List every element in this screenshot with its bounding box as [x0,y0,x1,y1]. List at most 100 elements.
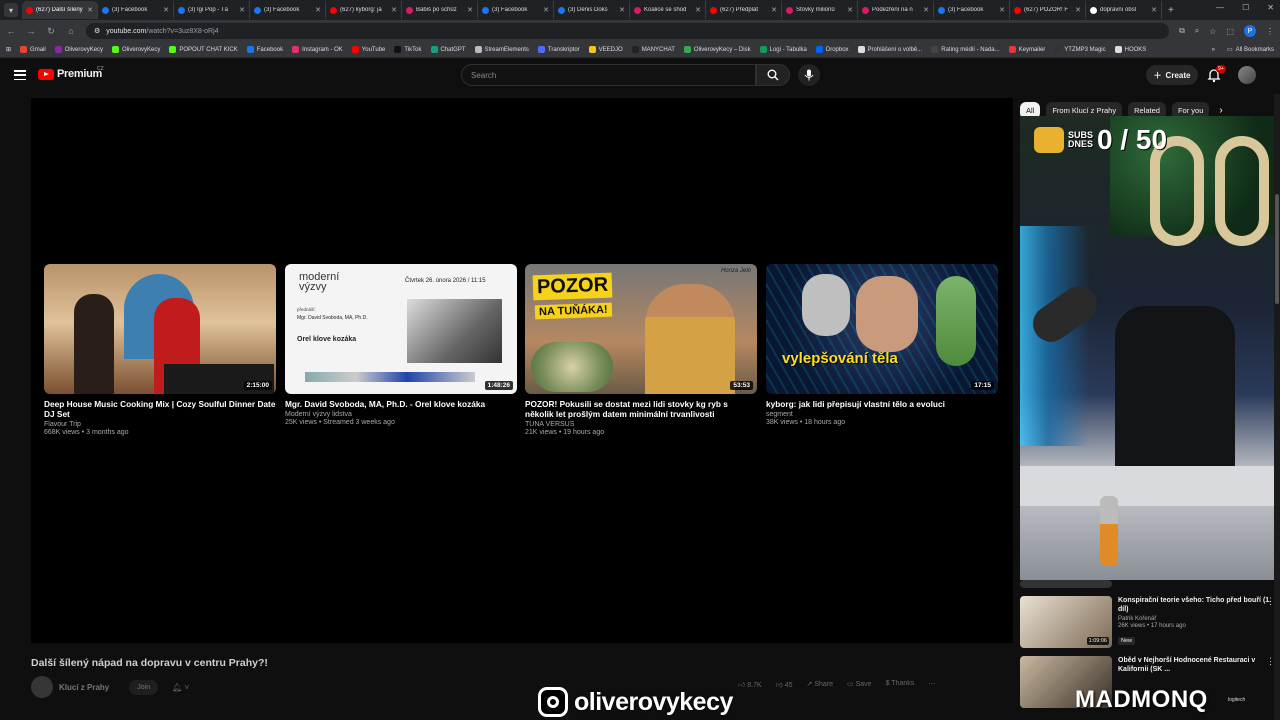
tab-close-icon[interactable]: ✕ [619,6,625,14]
browser-tab[interactable]: Stovky milionů ✕ [782,1,858,19]
bookmark-item[interactable]: Transkriptor [537,46,580,53]
bookmark-item[interactable]: HOOKS [1114,46,1146,53]
browser-tab[interactable]: (3) Igi Pop - Tá ✕ [174,1,250,19]
browser-tab[interactable]: (627) Předplat ✕ [706,1,782,19]
browser-tab[interactable]: (627) Další šílený ✕ [22,1,98,19]
bookmark-item[interactable]: VEEDJO [588,46,623,53]
bookmark-item[interactable]: Rating médií - Nada... [931,46,1000,53]
browser-tab[interactable]: Babiš po schůz ✕ [402,1,478,19]
endscreen-channel[interactable]: Flavour Trip [44,421,276,428]
bookmark-item[interactable]: OliverovyKecy [54,46,103,53]
like-button[interactable]: 👍︎ 8.7K [738,680,762,689]
new-tab-button[interactable]: + [1168,5,1174,16]
endscreen-thumbnail[interactable]: vylepšování těla 17:15 [766,264,998,394]
bookmark-item[interactable]: YTZMP3 Magic [1054,46,1106,53]
search-button[interactable] [756,64,790,86]
thanks-button[interactable]: $ Thanks [886,680,915,689]
browser-tab[interactable]: dopravní obsl ✕ [1086,1,1162,19]
endscreen-thumbnail[interactable]: moderní výzvy Čtvrtek 26. února 2026 / 11… [285,264,517,394]
maximize-icon[interactable]: ☐ [1242,3,1249,12]
tab-close-icon[interactable]: ✕ [163,6,169,14]
tab-close-icon[interactable]: ✕ [239,6,245,14]
menu-icon[interactable] [14,70,26,80]
tab-close-icon[interactable]: ✕ [543,6,549,14]
bookmark-item[interactable]: StreamElements [474,46,529,53]
video-player[interactable]: 2:15:00 Deep House Music Cooking Mix | C… [31,98,1013,643]
bookmark-item[interactable]: YouTube [351,46,385,53]
endscreen-thumbnail[interactable]: POZOR NA TUŇÁKA! Honza Jelo 53:53 [525,264,757,394]
bookmark-item[interactable]: Instagram - OK [292,46,343,53]
browser-tab[interactable]: Podezření na n ✕ [858,1,934,19]
rec-channel[interactable]: Patrik Kořenář [1118,616,1275,622]
zoom-icon[interactable]: ⌕ [1195,26,1199,36]
voice-search-button[interactable] [798,64,820,86]
tab-close-icon[interactable]: ✕ [999,6,1005,14]
bookmark-item[interactable]: Gmail [20,46,46,53]
endscreen-channel[interactable]: segment [766,411,998,418]
bookmark-item[interactable]: Facebook [246,46,283,53]
browser-menu-icon[interactable]: ⋮ [1266,27,1274,36]
tab-close-icon[interactable]: ✕ [923,6,929,14]
browser-tab[interactable]: (3) Facebook ✕ [98,1,174,19]
browser-tab[interactable]: (3) Facebook ✕ [250,1,326,19]
rec-title[interactable]: Konspirační teorie všeho: Ticho před bou… [1118,596,1275,614]
endscreen-card-2[interactable]: moderní výzvy Čtvrtek 26. února 2026 / 11… [285,264,517,426]
dislike-button[interactable]: 👎︎ 45 [776,680,793,689]
tab-close-icon[interactable]: ✕ [771,6,777,14]
home-icon[interactable]: ⌂ [66,26,76,36]
share-button[interactable]: ↗ Share [807,680,834,689]
join-button[interactable]: Join [129,679,159,695]
reload-icon[interactable]: ↻ [46,26,56,37]
channel-name[interactable]: Klucí z Prahy [59,683,109,692]
tab-close-icon[interactable]: ✕ [847,6,853,14]
list-item[interactable]: 1:09:06 Konspirační teorie všeho: Ticho … [1020,596,1275,648]
bookmark-item[interactable]: ChatGPT [430,46,466,53]
bookmark-item[interactable]: Prohlášení o volbě... [857,46,922,53]
tab-close-icon[interactable]: ✕ [1075,6,1081,14]
tab-close-icon[interactable]: ✕ [315,6,321,14]
browser-tab[interactable]: (3) Facebook ✕ [478,1,554,19]
browser-tab[interactable]: (627) POZOR! F ✕ [1010,1,1086,19]
search-input[interactable]: Search [461,64,756,86]
chevron-right-icon[interactable]: › [1219,105,1222,116]
list-item[interactable] [1020,580,1275,588]
subscribe-bell-icon[interactable]: 🔔︎ ˅ [172,683,189,692]
account-avatar[interactable] [1238,66,1256,84]
tab-close-icon[interactable]: ✕ [391,6,397,14]
extensions-icon[interactable]: ⬚ [1226,27,1234,36]
endscreen-title[interactable]: POZOR! Pokusili se dostat mezi lidi stov… [525,399,757,419]
profile-avatar[interactable]: P [1244,25,1256,37]
browser-tab[interactable]: Koalice se shod ✕ [630,1,706,19]
more-actions-icon[interactable]: ⋯ [928,680,935,689]
rec-title[interactable]: Oběd v Nejhorší Hodnocené Restauraci v K… [1118,656,1275,674]
tab-close-icon[interactable]: ✕ [695,6,701,14]
create-button[interactable]: ＋ Create [1146,65,1198,85]
bookmark-item[interactable]: OliverovyKecy – Disk [683,46,751,53]
minimize-icon[interactable]: — [1216,3,1224,12]
endscreen-channel[interactable]: Moderní výzvy lidstva [285,411,517,418]
site-info-icon[interactable]: ⚙ [94,27,100,35]
star-icon[interactable]: ☆ [1209,27,1216,36]
more-bookmarks-icon[interactable]: » [1212,47,1215,53]
tab-close-icon[interactable]: ✕ [467,6,473,14]
translate-icon[interactable]: ⧉ [1179,26,1185,36]
endscreen-thumbnail[interactable]: 2:15:00 [44,264,276,394]
back-icon[interactable]: ← [6,26,16,36]
browser-tab[interactable]: (627) kyborg: ja ✕ [326,1,402,19]
channel-avatar[interactable] [31,676,53,698]
bookmark-item[interactable]: POPOUT CHAT KICK [169,46,238,53]
bookmark-item[interactable]: OliverovyKecy [112,46,160,53]
bookmark-item[interactable]: Dropbox [815,46,849,53]
page-scrollbar[interactable] [1274,94,1280,720]
endscreen-title[interactable]: kyborg: jak lidi přepisují vlastní tělo … [766,399,998,409]
forward-icon[interactable]: → [26,26,36,36]
bookmark-item[interactable]: Logi - Tabulka [759,46,807,53]
endscreen-channel[interactable]: TUNA VERSUS [525,421,757,428]
browser-tab[interactable]: (3) Facebook ✕ [934,1,1010,19]
bookmark-item[interactable]: TikTok [394,46,422,53]
tab-close-icon[interactable]: ✕ [87,6,93,14]
address-bar[interactable]: ⚙ youtube.com/watch?v=3uz8X8-oRj4 [86,23,1170,39]
browser-tab[interactable]: (3) Denis Doks ✕ [554,1,630,19]
youtube-premium-logo[interactable]: Premium [38,68,102,80]
bookmark-item[interactable]: Keymailer [1008,46,1045,53]
